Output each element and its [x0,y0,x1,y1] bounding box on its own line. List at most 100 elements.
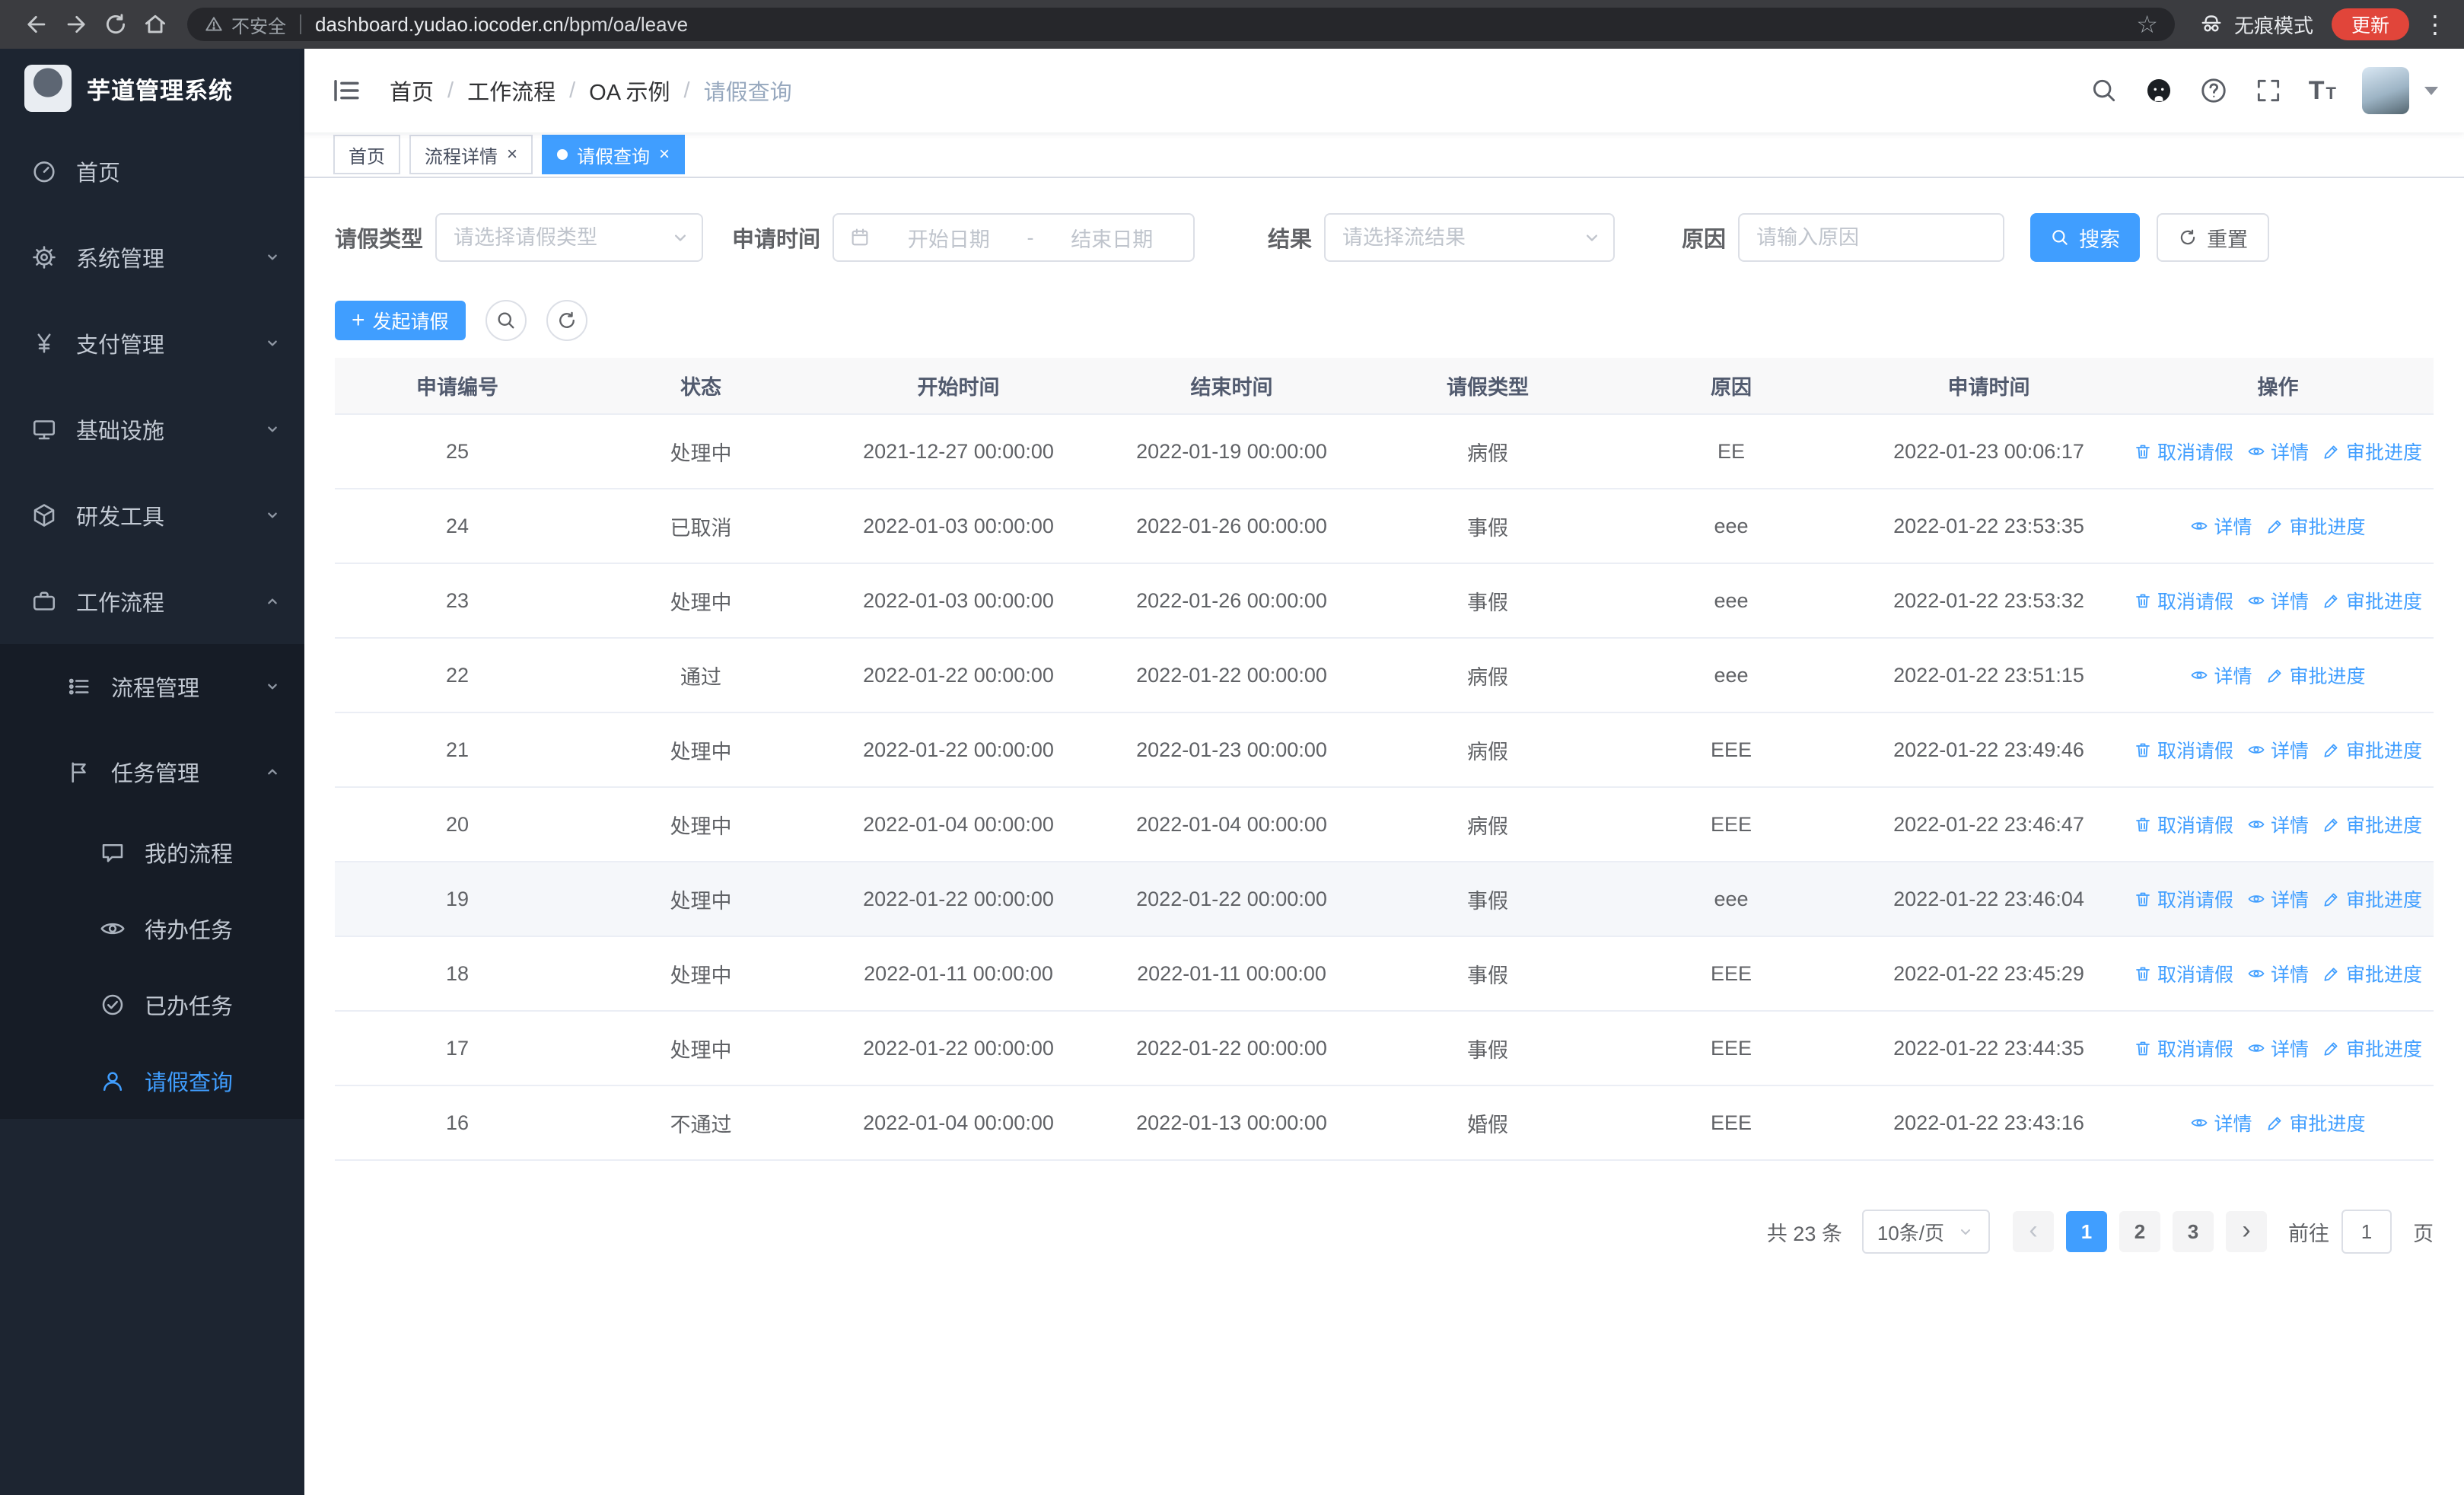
breadcrumb-item-home[interactable]: 首页 [390,75,434,107]
trash-icon [2136,445,2150,459]
cancel-leave-link[interactable]: 取消请假 [2134,811,2233,838]
leave-type-input[interactable] [435,213,704,262]
tab-process-detail[interactable]: 流程详情 × [409,135,533,174]
detail-link[interactable]: 详情 [2190,661,2252,689]
apply-time-range-picker[interactable]: 开始日期 - 结束日期 [832,213,1195,262]
goto-page-input[interactable] [2341,1210,2392,1254]
back-button[interactable] [17,5,56,44]
detail-link[interactable]: 详情 [2247,736,2309,763]
github-icon[interactable] [2144,76,2173,105]
approval-progress-link[interactable]: 审批进度 [2322,587,2422,614]
refresh-button[interactable] [96,5,135,44]
forward-button[interactable] [56,5,96,44]
sidebar-item-payment[interactable]: 支付管理 [0,300,304,386]
sidebar-item-task-mgmt[interactable]: 任务管理 [0,729,304,814]
page-button-1[interactable]: 1 [2066,1211,2107,1252]
sidebar-item-infra[interactable]: 基础设施 [0,386,304,472]
close-icon[interactable]: × [507,145,517,164]
col-reason: 原因 [1607,358,1855,415]
sidebar-item-my-process[interactable]: 我的流程 [0,814,304,891]
eye-icon [2192,671,2208,679]
approval-progress-link[interactable]: 审批进度 [2322,438,2422,465]
help-icon[interactable] [2199,76,2228,105]
result-input[interactable] [1324,213,1616,262]
table-row: 23 处理中 2022-01-03 00:00:00 2022-01-26 00:00… [335,563,2434,639]
sidebar-item-process-mgmt[interactable]: 流程管理 [0,644,304,729]
address-bar[interactable]: 不安全 dashboard.yudao.iocoder.cn/bpm/oa/le… [187,8,2175,41]
font-size-icon[interactable]: TT [2309,76,2336,106]
leave-type-select[interactable] [435,213,704,262]
breadcrumb-item-oa[interactable]: OA 示例 [589,75,670,107]
detail-link[interactable]: 详情 [2247,811,2309,838]
sidebar-item-home[interactable]: 首页 [0,128,304,214]
approval-progress-link[interactable]: 审批进度 [2266,512,2366,540]
refresh-table-button[interactable] [546,300,587,341]
approval-progress-link[interactable]: 审批进度 [2322,736,2422,763]
sidebar-item-system[interactable]: 系统管理 [0,214,304,300]
cell-start-time: 2022-01-03 00:00:00 [822,489,1095,564]
cancel-leave-link[interactable]: 取消请假 [2134,736,2233,763]
close-icon[interactable]: × [659,145,670,164]
cell-end-time: 2022-01-22 00:00:00 [1095,862,1368,937]
page-button-2[interactable]: 2 [2119,1211,2160,1252]
cell-operations: 详情 审批进度 [2122,1085,2434,1161]
cell-reason: eee [1607,489,1855,564]
approval-progress-link[interactable]: 审批进度 [2266,661,2366,689]
search-icon[interactable] [2090,76,2119,105]
cancel-leave-link[interactable]: 取消请假 [2134,960,2233,987]
cancel-leave-link[interactable]: 取消请假 [2134,587,2233,614]
reset-button[interactable]: 重置 [2157,213,2270,262]
table-row: 19 处理中 2022-01-22 00:00:00 2022-01-22 00:00… [335,862,2434,937]
prev-page-button[interactable]: ‹ [2013,1211,2054,1252]
header: 首页 / 工作流程 / OA 示例 / 请假查询 TT [304,49,2464,132]
cell-end-time: 2022-01-04 00:00:00 [1095,787,1368,862]
home-button[interactable] [135,5,175,44]
detail-link[interactable]: 详情 [2247,587,2309,614]
cell-start-time: 2022-01-22 00:00:00 [822,862,1095,937]
sidebar-item-done-tasks[interactable]: 已办任务 [0,967,304,1043]
breadcrumb-item-workflow[interactable]: 工作流程 [467,75,556,107]
table-row: 17 处理中 2022-01-22 00:00:00 2022-01-22 00:00… [335,1011,2434,1086]
toggle-search-button[interactable] [485,300,527,341]
approval-progress-link[interactable]: 审批进度 [2266,1109,2366,1136]
detail-link[interactable]: 详情 [2190,512,2252,540]
sidebar-toggle-icon[interactable] [330,75,362,107]
sidebar-item-leave-query[interactable]: 请假查询 [0,1043,304,1119]
page-size-select[interactable]: 10条/页 [1861,1210,1990,1254]
detail-link[interactable]: 详情 [2190,1109,2252,1136]
approval-progress-link[interactable]: 审批进度 [2322,1034,2422,1062]
cancel-leave-link[interactable]: 取消请假 [2134,438,2233,465]
next-page-button[interactable]: › [2226,1211,2267,1252]
detail-link[interactable]: 详情 [2247,438,2309,465]
create-leave-button[interactable]: + 发起请假 [335,301,466,340]
detail-link[interactable]: 详情 [2247,960,2309,987]
col-operations: 操作 [2122,358,2434,415]
reason-input[interactable] [1738,213,2005,262]
cell-apply-time: 2022-01-22 23:51:15 [1855,638,2122,713]
detail-link[interactable]: 详情 [2247,885,2309,913]
browser-menu-icon[interactable]: ⋮ [2423,10,2447,39]
approval-progress-link[interactable]: 审批进度 [2322,811,2422,838]
page-button-3[interactable]: 3 [2173,1211,2214,1252]
detail-link[interactable]: 详情 [2247,1034,2309,1062]
cancel-leave-link[interactable]: 取消请假 [2134,885,2233,913]
search-icon [498,312,514,329]
tab-leave-query[interactable]: 请假查询 × [542,135,686,174]
cell-leave-type: 事假 [1368,1011,1607,1086]
user-avatar[interactable] [2362,67,2409,114]
tab-home[interactable]: 首页 [333,135,400,174]
approval-progress-link[interactable]: 审批进度 [2322,885,2422,913]
fullscreen-icon[interactable] [2254,76,2283,105]
cell-end-time: 2022-01-13 00:00:00 [1095,1085,1368,1161]
update-button[interactable]: 更新 [2331,8,2409,40]
search-button[interactable]: 搜索 [2030,213,2141,262]
sidebar-item-devtools[interactable]: 研发工具 [0,472,304,558]
bookmark-icon[interactable]: ☆ [2136,10,2158,39]
cell-operations: 取消请假 详情 审批进度 [2122,563,2434,639]
chevron-down-icon[interactable] [2424,86,2438,95]
cancel-leave-link[interactable]: 取消请假 [2134,1034,2233,1062]
sidebar-item-workflow[interactable]: 工作流程 [0,558,304,644]
approval-progress-link[interactable]: 审批进度 [2322,960,2422,987]
result-select[interactable] [1324,213,1616,262]
sidebar-item-todo-tasks[interactable]: 待办任务 [0,891,304,967]
